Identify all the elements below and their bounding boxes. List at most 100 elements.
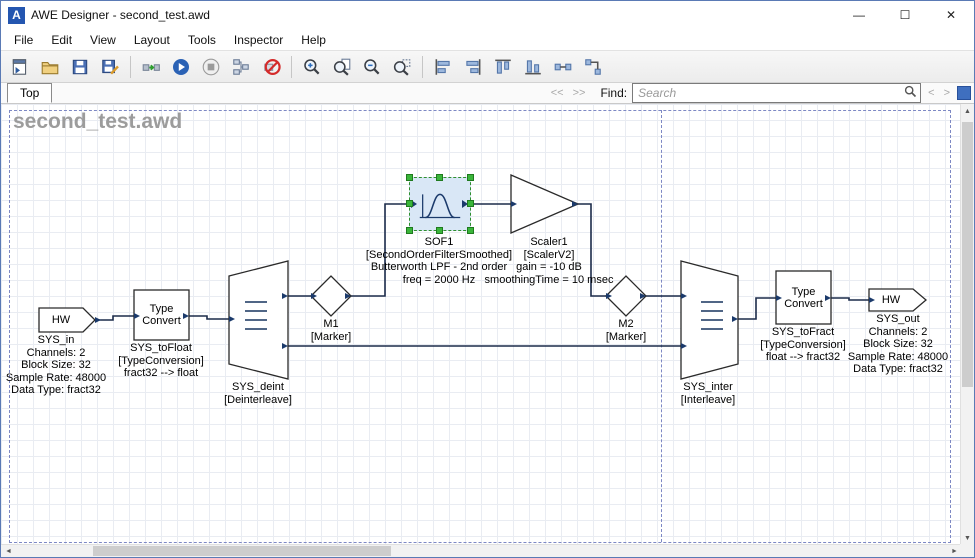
align-right-button[interactable] xyxy=(458,52,488,81)
zoom-fit-button[interactable] xyxy=(327,52,357,81)
annotation-line: gain = -10 dB xyxy=(485,261,614,274)
align-bottom-icon xyxy=(523,57,543,77)
annotation-line: [TypeConversion] xyxy=(760,339,846,352)
design-canvas[interactable]: second_test.awd xyxy=(1,104,962,546)
selection-handle-s[interactable] xyxy=(436,227,443,234)
horizontal-scrollbar[interactable]: ◄ ► xyxy=(1,544,962,557)
connect-button[interactable] xyxy=(548,52,578,81)
connect-icon xyxy=(553,57,573,77)
minimize-button[interactable]: — xyxy=(836,1,882,29)
zoom-selection-button[interactable] xyxy=(387,52,417,81)
find-input[interactable] xyxy=(632,83,921,103)
annotation-sys-tofloat: SYS_toFloat [TypeConversion] fract32 -->… xyxy=(118,342,204,380)
annotation-sys-out: SYS_out Channels: 2 Block Size: 32 Sampl… xyxy=(848,313,948,376)
selection-handle-n[interactable] xyxy=(436,174,443,181)
find-input-wrap xyxy=(632,83,921,103)
selection-handle-se[interactable] xyxy=(467,227,474,234)
annotation-line: [Interleave] xyxy=(681,394,735,407)
new-icon xyxy=(10,57,30,77)
open-button[interactable] xyxy=(35,52,65,81)
zoom-out-icon xyxy=(362,57,382,77)
run-button[interactable] xyxy=(166,52,196,81)
selection-handle-ne[interactable] xyxy=(467,174,474,181)
annotation-line: Data Type: fract32 xyxy=(848,363,948,376)
history-back-button[interactable]: << xyxy=(549,87,566,99)
annotation-line: [Marker] xyxy=(311,331,351,344)
app-window: A AWE Designer - second_test.awd — ☐ ✕ F… xyxy=(0,0,975,558)
block-scaler1[interactable] xyxy=(511,175,578,233)
menu-layout[interactable]: Layout xyxy=(125,31,179,49)
tab-top[interactable]: Top xyxy=(7,83,52,103)
route-button[interactable] xyxy=(578,52,608,81)
vertical-scroll-thumb[interactable] xyxy=(962,122,973,387)
menu-edit[interactable]: Edit xyxy=(42,31,81,49)
profile-button[interactable] xyxy=(226,52,256,81)
stop-icon xyxy=(201,57,221,77)
align-left-button[interactable] xyxy=(428,52,458,81)
save-button[interactable] xyxy=(65,52,95,81)
propagate-button[interactable] xyxy=(136,52,166,81)
search-icon[interactable] xyxy=(904,85,917,98)
halt-icon xyxy=(261,57,281,77)
pin-scaler-out[interactable] xyxy=(572,201,578,207)
selection-handle-w[interactable] xyxy=(406,200,413,207)
history-forward-button[interactable]: >> xyxy=(571,87,588,99)
pin-sysin-out[interactable] xyxy=(95,317,101,323)
stop-button[interactable] xyxy=(196,52,226,81)
selection-handle-nw[interactable] xyxy=(406,174,413,181)
annotation-line: Channels: 2 xyxy=(6,347,106,360)
menu-inspector[interactable]: Inspector xyxy=(225,31,292,49)
zoom-in-button[interactable] xyxy=(297,52,327,81)
block-sof1[interactable] xyxy=(409,177,471,231)
align-right-icon xyxy=(463,57,483,77)
annotation-line: SYS_toFract xyxy=(760,326,846,339)
wire-sysin-tofloat[interactable] xyxy=(95,316,134,320)
maximize-button[interactable]: ☐ xyxy=(882,1,928,29)
wire-tofract-sysout[interactable] xyxy=(831,298,869,300)
vertical-scrollbar[interactable]: ▲ ▼ xyxy=(960,104,974,546)
horizontal-scroll-thumb[interactable] xyxy=(93,546,391,556)
halt-button[interactable] xyxy=(256,52,286,81)
zoom-in-icon xyxy=(302,57,322,77)
zoom-out-button[interactable] xyxy=(357,52,387,81)
menu-file[interactable]: File xyxy=(5,31,42,49)
close-button[interactable]: ✕ xyxy=(928,1,974,29)
annotation-line: Data Type: fract32 xyxy=(6,384,106,397)
find-prev-button[interactable]: < xyxy=(926,87,936,99)
app-icon: A xyxy=(8,7,25,24)
annotation-line: float --> fract32 xyxy=(760,351,846,364)
toolbar-separator xyxy=(422,56,423,78)
menubar: File Edit View Layout Tools Inspector He… xyxy=(1,29,974,50)
scroll-up-icon[interactable]: ▲ xyxy=(961,104,974,119)
new-button[interactable] xyxy=(5,52,35,81)
block-sys-tofract-label: Type Convert xyxy=(779,271,828,324)
scrollbar-corner xyxy=(960,544,974,557)
selection-handle-sw[interactable] xyxy=(406,227,413,234)
open-folder-icon xyxy=(40,57,60,77)
wire-tofloat-deint[interactable] xyxy=(189,316,229,319)
menu-help[interactable]: Help xyxy=(292,31,335,49)
dock-indicator-icon[interactable] xyxy=(957,86,971,100)
menu-view[interactable]: View xyxy=(81,31,125,49)
annotation-line: [TypeConversion] xyxy=(118,355,204,368)
align-bottom-button[interactable] xyxy=(518,52,548,81)
selection-handle-e[interactable] xyxy=(467,200,474,207)
menu-tools[interactable]: Tools xyxy=(179,31,225,49)
annotation-m1: M1 [Marker] xyxy=(311,318,351,343)
align-left-icon xyxy=(433,57,453,77)
route-icon xyxy=(583,57,603,77)
tabbar: Top << >> Find: < > xyxy=(1,83,974,104)
annotation-line: smoothingTime = 10 msec xyxy=(485,274,614,287)
wire-inter-tofract[interactable] xyxy=(738,298,776,319)
annotation-line: [ScalerV2] xyxy=(485,249,614,262)
block-sys-out-label: HW xyxy=(869,289,913,311)
annotation-scaler1: Scaler1 [ScalerV2] gain = -10 dB smoothi… xyxy=(485,236,614,286)
save-as-button[interactable] xyxy=(95,52,125,81)
find-next-button[interactable]: > xyxy=(942,87,952,99)
annotation-m2: M2 [Marker] xyxy=(606,318,646,343)
align-top-button[interactable] xyxy=(488,52,518,81)
annotation-sys-deint: SYS_deint [Deinterleave] xyxy=(224,381,292,406)
block-sys-in-label: HW xyxy=(39,308,83,332)
annotation-line: [Deinterleave] xyxy=(224,394,292,407)
scroll-left-icon[interactable]: ◄ xyxy=(1,545,16,557)
